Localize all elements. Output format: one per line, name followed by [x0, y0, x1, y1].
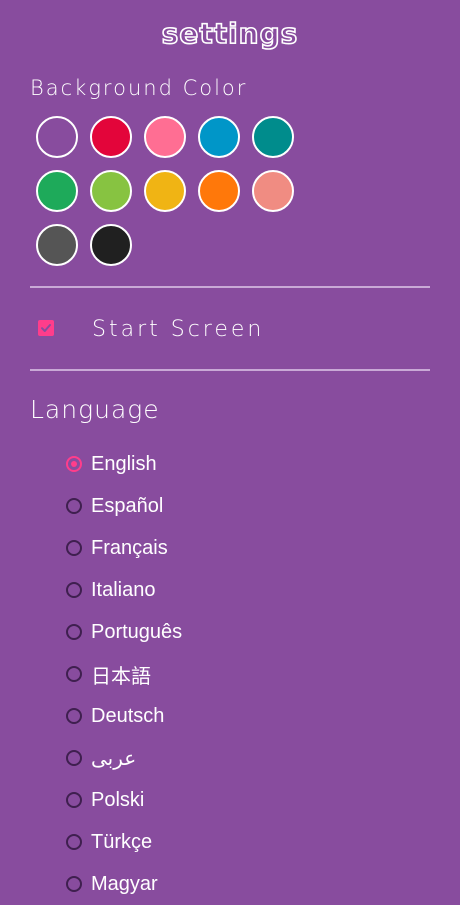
language-option-label: Français: [91, 536, 168, 559]
language-option-label: Deutsch: [91, 704, 165, 727]
language-option-label: Português: [91, 620, 183, 643]
language-option-label: عربى: [91, 747, 137, 770]
radio-button[interactable]: [66, 624, 82, 640]
color-swatch-grid: [36, 116, 316, 266]
language-label: Language: [30, 395, 160, 424]
language-option-japanese[interactable]: 日本語: [65, 653, 365, 695]
radio-button[interactable]: [66, 540, 82, 556]
radio-button[interactable]: [66, 834, 82, 850]
language-option-label: Türkçe: [91, 830, 153, 853]
language-option-arabic[interactable]: عربى: [65, 737, 365, 779]
swatch-pink[interactable]: [144, 116, 186, 158]
radio-button[interactable]: [66, 456, 82, 472]
language-option-label: 日本語: [91, 665, 151, 688]
check-icon: [41, 324, 51, 332]
swatch-blue[interactable]: [198, 116, 240, 158]
language-option-portugues[interactable]: Português: [65, 611, 365, 653]
start-screen-checkbox[interactable]: [38, 320, 54, 336]
language-option-label: Español: [91, 494, 164, 517]
radio-button[interactable]: [66, 582, 82, 598]
background-color-label: Background Color: [30, 76, 248, 100]
radio-button[interactable]: [66, 708, 82, 724]
radio-button[interactable]: [66, 750, 82, 766]
divider: [30, 369, 430, 371]
swatch-purple[interactable]: [36, 116, 78, 158]
language-option-label: Italiano: [91, 578, 156, 601]
divider: [30, 286, 430, 288]
swatch-teal[interactable]: [252, 116, 294, 158]
language-option-espanol[interactable]: Español: [65, 485, 365, 527]
language-option-italiano[interactable]: Italiano: [65, 569, 365, 611]
page-title: settings: [161, 16, 299, 51]
swatch-black[interactable]: [90, 224, 132, 266]
language-option-label: Magyar: [91, 872, 158, 895]
swatch-salmon[interactable]: [252, 170, 294, 212]
language-option-english[interactable]: English: [65, 443, 365, 485]
language-option-francais[interactable]: Français: [65, 527, 365, 569]
radio-button[interactable]: [66, 876, 82, 892]
language-option-label: English: [91, 452, 157, 475]
swatch-green[interactable]: [36, 170, 78, 212]
swatch-lime[interactable]: [90, 170, 132, 212]
swatch-gray[interactable]: [36, 224, 78, 266]
radio-button[interactable]: [66, 498, 82, 514]
swatch-orange[interactable]: [198, 170, 240, 212]
radio-button[interactable]: [66, 666, 82, 682]
language-option-turkce[interactable]: Türkçe: [65, 821, 365, 863]
swatch-yellow[interactable]: [144, 170, 186, 212]
language-list: English Español Français Italiano Portug…: [65, 443, 365, 905]
start-screen-label: Start Screen: [92, 317, 265, 342]
swatch-red[interactable]: [90, 116, 132, 158]
language-option-polski[interactable]: Polski: [65, 779, 365, 821]
language-option-label: Polski: [91, 788, 145, 811]
radio-button[interactable]: [66, 792, 82, 808]
language-option-magyar[interactable]: Magyar: [65, 863, 365, 905]
language-option-deutsch[interactable]: Deutsch: [65, 695, 365, 737]
